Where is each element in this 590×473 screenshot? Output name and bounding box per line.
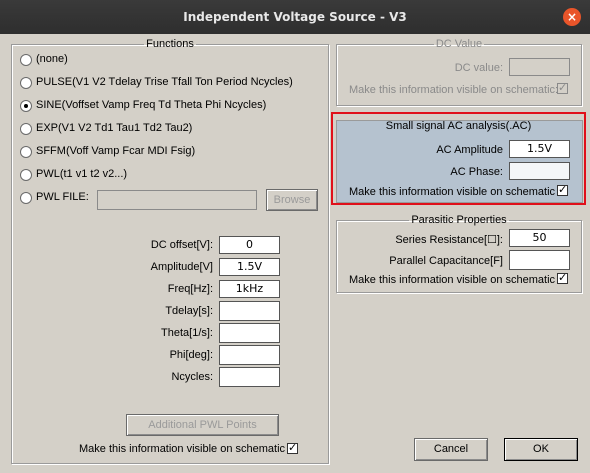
- theta-label: Theta[1/s]:: [161, 327, 213, 339]
- pwl-file-input[interactable]: [97, 190, 257, 210]
- browse-button[interactable]: Browse: [266, 189, 318, 211]
- parasitic-visible-checkbox[interactable]: ✓: [557, 273, 568, 284]
- radio-sine[interactable]: [20, 100, 32, 112]
- radio-sine-label: SINE(Voffset Vamp Freq Td Theta Phi Ncyc…: [36, 99, 267, 111]
- close-icon[interactable]: ×: [563, 8, 581, 26]
- theta-input[interactable]: [219, 323, 280, 343]
- dc-offset-input[interactable]: 0: [219, 236, 280, 254]
- phi-label: Phi[deg]:: [169, 349, 213, 361]
- radio-pwl-file-label: PWL FILE:: [36, 191, 89, 203]
- parallel-capacitance-input[interactable]: [509, 250, 570, 270]
- series-resistance-label: Series Resistance[☐]:: [395, 234, 503, 246]
- dc-visible-label: Make this information visible on schemat…: [349, 84, 559, 96]
- series-resistance-input[interactable]: 50: [509, 229, 570, 247]
- radio-sffm[interactable]: [20, 146, 32, 158]
- parasitic-visible-label: Make this information visible on schemat…: [349, 274, 556, 286]
- ncycles-input[interactable]: [219, 367, 280, 387]
- radio-pwl[interactable]: [20, 169, 32, 181]
- cancel-button[interactable]: Cancel: [414, 438, 488, 461]
- functions-legend: Functions: [146, 38, 194, 50]
- parasitic-legend: Parasitic Properties: [411, 214, 507, 226]
- freq-input[interactable]: 1kHz: [219, 280, 280, 298]
- parallel-capacitance-label: Parallel Capacitance[F]: [389, 255, 503, 267]
- freq-label: Freq[Hz]:: [167, 283, 213, 295]
- amplitude-label: Amplitude[V]: [150, 261, 213, 273]
- radio-none-label: (none): [36, 53, 68, 65]
- dc-value-input[interactable]: [509, 58, 570, 76]
- ok-button[interactable]: OK: [504, 438, 578, 461]
- radio-pulse-label: PULSE(V1 V2 Tdelay Trise Tfall Ton Perio…: [36, 76, 293, 88]
- window-title: Independent Voltage Source - V3: [183, 10, 407, 24]
- tdelay-input[interactable]: [219, 301, 280, 321]
- radio-none[interactable]: [20, 54, 32, 66]
- dc-value-legend: DC Value: [435, 38, 483, 50]
- radio-pwl-label: PWL(t1 v1 t2 v2...): [36, 168, 128, 180]
- dc-visible-checkbox[interactable]: ✓: [557, 83, 568, 94]
- radio-pulse[interactable]: [20, 77, 32, 89]
- additional-pwl-button[interactable]: Additional PWL Points: [126, 414, 279, 436]
- window-titlebar: Independent Voltage Source - V3 ×: [0, 0, 590, 34]
- tdelay-label: Tdelay[s]:: [165, 305, 213, 317]
- phi-input[interactable]: [219, 345, 280, 365]
- dc-value-label: DC value:: [454, 62, 503, 74]
- ncycles-label: Ncycles:: [171, 371, 213, 383]
- radio-exp-label: EXP(V1 V2 Td1 Tau1 Td2 Tau2): [36, 122, 193, 134]
- radio-pwl-file[interactable]: [20, 192, 32, 204]
- amplitude-input[interactable]: 1.5V: [219, 258, 280, 276]
- dc-offset-label: DC offset[V]:: [150, 239, 213, 251]
- radio-sffm-label: SFFM(Voff Vamp Fcar MDI Fsig): [36, 145, 196, 157]
- radio-exp[interactable]: [20, 123, 32, 135]
- functions-visible-checkbox[interactable]: ✓: [287, 443, 298, 454]
- functions-visible-label: Make this information visible on schemat…: [79, 443, 286, 455]
- highlight-frame: [331, 112, 586, 205]
- dialog-body: Functions (none) PULSE(V1 V2 Tdelay Tris…: [0, 34, 590, 473]
